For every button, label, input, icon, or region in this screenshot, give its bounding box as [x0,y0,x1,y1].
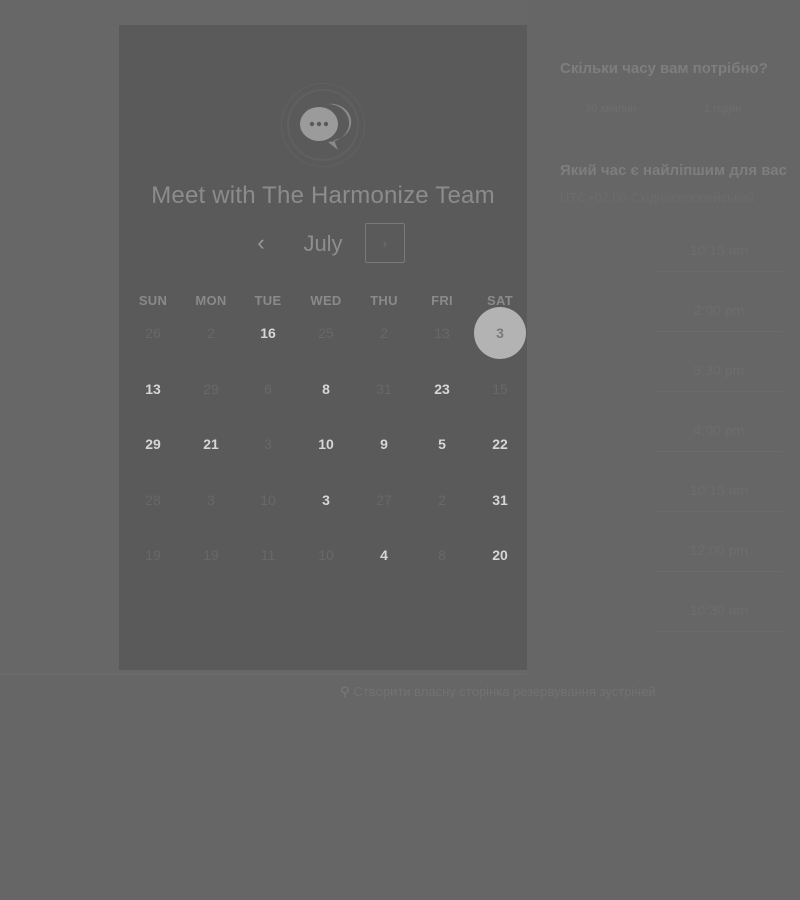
calendar-day: 3 [264,436,272,452]
time-slot[interactable]: 4:00 pm [655,408,783,452]
calendar-day[interactable]: 16 [242,307,294,359]
calendar-day[interactable]: 9 [358,418,410,470]
team-avatar [281,83,365,167]
time-slot[interactable]: 3:30 pm [655,348,783,392]
calendar-day[interactable]: 20 [474,529,526,581]
weekday-label: WED [310,293,342,308]
meeting-title: Meet with The Harmonize Team [151,182,495,209]
calendar-day: 3 [207,491,215,508]
calendar-day[interactable]: 31 [474,474,526,526]
calendar-day: 10 [260,491,276,508]
hubspot-sprocket-icon: ⚲ [340,684,350,699]
calendar-day: 27 [376,491,392,508]
calendar-day: 25 [318,325,334,341]
duration-option-30min[interactable]: 30 хвилин [585,103,636,115]
calendar-day[interactable]: 3 [300,474,352,526]
weekday-label: THU [370,293,398,308]
calendar-day[interactable]: 21 [185,418,237,470]
calendar-day: 19 [145,547,161,563]
month-label: July [303,231,343,256]
booking-page: Meet with The Harmonize Team ‹ July › SU… [0,0,800,900]
time-slot[interactable]: 2:00 pm [655,288,783,332]
calendar-day: 28 [145,491,161,508]
calendar-day[interactable]: 8 [300,363,352,415]
calendar-day: 31 [376,380,392,397]
time-question: Який час є найліпшим для вас [560,162,787,179]
calendar-day: 2 [207,325,215,341]
calendar-day: 2 [438,491,446,508]
weekday-label: TUE [254,293,282,308]
calendar-grid: 26 2 16 25 2 13 3 13 29 6 8 31 23 15 29 21 3 10 9 5 22 28 3 10 3… [124,307,526,591]
weekday-label: MON [195,293,227,308]
create-booking-page-link[interactable]: ⚲ Створити власну сторінка резервування з… [340,684,656,700]
calendar-day: 13 [434,325,450,341]
prev-month-button[interactable]: ‹ [249,228,273,258]
time-slot[interactable]: 10:15 am [655,468,783,512]
create-booking-page-label: Створити власну сторінка резервування зу… [353,684,656,699]
calendar-day[interactable]: 10 [300,418,352,470]
calendar-day[interactable]: 29 [127,418,179,470]
weekday-label: SUN [138,293,168,308]
calendar-day: 19 [203,547,219,563]
duration-question: Скільки часу вам потрібно? [560,60,768,77]
calendar-day[interactable]: 23 [416,363,468,415]
calendar-day: 6 [264,380,272,397]
calendar-day: 2 [380,325,388,341]
calendar-day: 8 [438,547,446,563]
month-navigation: ‹ July › [119,223,527,265]
weekday-label: FRI [431,293,453,308]
calendar-day: 26 [145,325,161,341]
calendar-day[interactable]: 5 [416,418,468,470]
calendar-day: 10 [318,547,334,563]
weekday-label: SAT [487,293,513,308]
calendar-day[interactable]: 4 [358,529,410,581]
time-slot[interactable]: 12:00 pm [655,528,783,572]
calendar-day-selected[interactable]: 3 [474,307,526,359]
timezone-selector[interactable]: UTC+02:00 Східноєвропейський [560,190,754,205]
time-slot[interactable]: 10:15 am [655,228,783,272]
calendar-panel: Meet with The Harmonize Team ‹ July › SU… [119,25,527,670]
chat-bubble-icon [300,103,352,150]
calendar-day[interactable]: 22 [474,418,526,470]
next-month-button[interactable]: › [365,223,405,263]
time-slot[interactable]: 10:30 am [655,588,783,632]
calendar-day: 15 [492,380,508,397]
calendar-day: 11 [260,547,276,563]
calendar-day[interactable]: 13 [127,363,179,415]
calendar-day: 29 [203,380,219,397]
duration-option-1hour[interactable]: 1 годин [704,103,741,115]
